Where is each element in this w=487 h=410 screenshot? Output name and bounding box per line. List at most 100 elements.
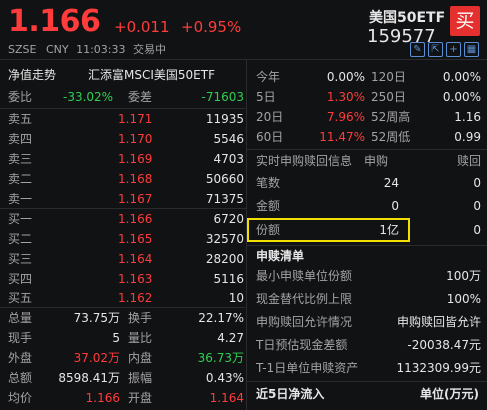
- subscription-list-row: 现金替代比例上限 100%: [256, 290, 481, 309]
- sell-row[interactable]: 卖三 1.169 4703: [8, 150, 244, 169]
- stat-row: 外盘 37.02万 内盘 36.73万: [8, 349, 244, 368]
- list-value: 100%: [446, 292, 481, 306]
- buy-volume: 6720: [213, 212, 244, 226]
- fund-code: 159577: [367, 26, 436, 47]
- perf-row: 20日 7.96% 52周高 1.16: [256, 108, 481, 127]
- sell-row[interactable]: 卖一 1.167 71375: [8, 190, 244, 209]
- realtime-label: 金额: [256, 199, 281, 213]
- buy-row[interactable]: 买二 1.165 32570: [8, 230, 244, 249]
- perf-value: 1.30%: [326, 90, 365, 104]
- footer-title: 近5日净流入: [256, 387, 325, 401]
- sell-row[interactable]: 卖二 1.168 50660: [8, 170, 244, 189]
- sell-level-label: 卖五: [8, 112, 33, 126]
- sell-price: 1.168: [118, 172, 153, 186]
- list-label: 最小申赎单位份额: [256, 269, 353, 283]
- sell-row[interactable]: 卖五 1.171 11935: [8, 110, 244, 129]
- stat-value: 73.75万: [73, 311, 120, 325]
- subscription-list-row: T日预估现金差额 -20038.47元: [256, 336, 481, 355]
- perf-label: 60日: [256, 130, 284, 144]
- stat-value: 5: [112, 331, 120, 345]
- buy-level-label: 买五: [8, 291, 33, 305]
- stat-label: 外盘: [8, 351, 33, 365]
- buy-volume: 32570: [205, 232, 244, 246]
- realtime-redeem-value: 0: [473, 223, 481, 237]
- trade-status: 交易中: [133, 43, 166, 56]
- buy-button[interactable]: 买: [450, 6, 480, 36]
- buy-row[interactable]: 买四 1.163 5116: [8, 270, 244, 289]
- perf-value: 7.96%: [326, 110, 365, 124]
- stat-label: 总额: [8, 371, 33, 385]
- buy-level-label: 买四: [8, 272, 33, 286]
- perf-value-2: 1.16: [454, 110, 481, 124]
- buy-row[interactable]: 买一 1.166 6720: [8, 210, 244, 229]
- sell-level-label: 卖四: [8, 132, 33, 146]
- perf-value: 0.00%: [326, 70, 365, 84]
- list-label: T-1日单位申赎资产: [256, 361, 359, 375]
- sell-row[interactable]: 卖四 1.170 5546: [8, 130, 244, 149]
- buy-price: 1.164: [118, 252, 153, 266]
- stat-row: 均价 1.166 开盘 1.164: [8, 389, 244, 408]
- sell-price: 1.169: [118, 152, 153, 166]
- stat-label: 现手: [8, 331, 33, 345]
- calendar-icon[interactable]: ▦: [464, 42, 479, 57]
- perf-row: 60日 11.47% 52周低 0.99: [256, 128, 481, 147]
- realtime-subscribe-value: 24: [383, 176, 399, 190]
- buy-row[interactable]: 买三 1.164 28200: [8, 250, 244, 269]
- realtime-row: 笔数 24 0: [256, 174, 481, 193]
- sell-level-label: 卖一: [8, 192, 33, 206]
- subscription-list-row: T-1日单位申赎资产 1132309.99元: [256, 359, 481, 378]
- perf-label: 20日: [256, 110, 284, 124]
- sell-volume: 5546: [213, 132, 244, 146]
- stat-label: 均价: [8, 391, 33, 405]
- realtime-label: 份额: [256, 223, 281, 237]
- export-icon[interactable]: ⇱: [428, 42, 443, 57]
- list-title: 申赎清单: [256, 249, 305, 263]
- stat-value: 8598.41万: [58, 371, 120, 385]
- buy-level-label: 买三: [8, 252, 33, 266]
- stat-value-2: 22.17%: [198, 311, 244, 325]
- stat-value: 37.02万: [73, 351, 120, 365]
- add-icon[interactable]: +: [446, 42, 461, 57]
- realtime-col-subscribe: 申购: [364, 154, 389, 168]
- buy-row[interactable]: 买五 1.162 10: [8, 289, 244, 308]
- list-value: -20038.47元: [407, 338, 481, 352]
- sell-price: 1.167: [118, 192, 153, 206]
- perf-label-2: 52周低: [371, 130, 411, 144]
- perf-row: 今年 0.00% 120日 0.00%: [256, 68, 481, 87]
- net-value-link[interactable]: 净值走势: [8, 66, 56, 85]
- sell-volume: 50660: [205, 172, 244, 186]
- perf-label-2: 52周高: [371, 110, 411, 124]
- perf-label: 5日: [256, 90, 276, 104]
- buy-volume: 10: [228, 291, 244, 305]
- realtime-row: 金额 0 0: [256, 197, 481, 216]
- list-value: 100万: [446, 269, 481, 283]
- perf-label-2: 250日: [371, 90, 406, 104]
- price-change-pct: +0.95%: [181, 18, 242, 36]
- perf-value-2: 0.00%: [442, 70, 481, 84]
- stat-label-2: 振幅: [128, 371, 153, 385]
- list-value: 申购赎回皆允许: [396, 315, 481, 329]
- net-value-row[interactable]: 净值走势 汇添富MSCI美国50ETF: [8, 66, 244, 85]
- perf-label: 今年: [256, 70, 281, 84]
- edit-icon[interactable]: ✎: [410, 42, 425, 57]
- exchange: SZSE: [8, 43, 37, 56]
- footer-unit: 单位(万元): [420, 387, 479, 401]
- realtime-row: 份额 1亿 0: [256, 221, 481, 240]
- sell-volume: 71375: [205, 192, 244, 206]
- weibi-row: 委比 -33.02% 委差 -71603: [8, 88, 244, 107]
- subscription-list-row: 最小申赎单位份额 100万: [256, 267, 481, 286]
- sell-price: 1.171: [118, 112, 153, 126]
- stat-value-2: 1.164: [209, 391, 244, 405]
- perf-label-2: 120日: [371, 70, 406, 84]
- weibi-value: -33.02%: [63, 90, 114, 104]
- buy-price: 1.162: [118, 291, 153, 305]
- price-change: +0.011: [114, 18, 170, 36]
- realtime-redeem-value: 0: [473, 176, 481, 190]
- buy-level-label: 买一: [8, 212, 33, 226]
- sell-price: 1.170: [118, 132, 153, 146]
- stat-row: 现手 5 量比 4.27: [8, 329, 244, 348]
- list-label: 现金替代比例上限: [256, 292, 353, 306]
- sell-volume: 11935: [205, 112, 244, 126]
- buy-level-label: 买二: [8, 232, 33, 246]
- fund-short-name: 美国50ETF: [369, 10, 446, 26]
